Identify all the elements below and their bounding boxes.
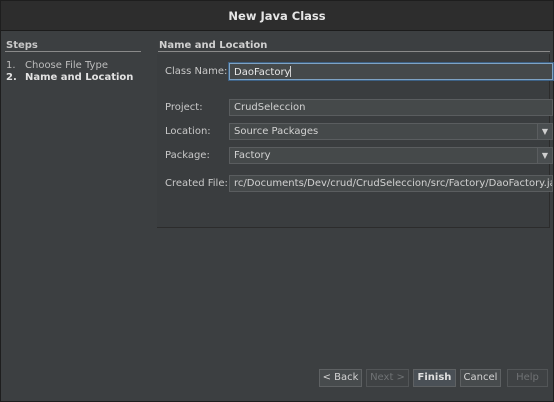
chevron-down-icon[interactable]: ▼	[537, 148, 552, 163]
package-combobox[interactable]: Factory ▼	[229, 147, 553, 164]
cancel-button[interactable]: Cancel	[460, 369, 501, 387]
dialog-title: New Java Class	[228, 9, 326, 23]
created-file-label: Created File:	[165, 178, 228, 189]
project-field: CrudSeleccion	[229, 99, 553, 116]
next-button[interactable]: Next >	[366, 369, 409, 387]
new-java-class-dialog: New Java Class Steps 1. Choose File Type …	[0, 0, 554, 402]
step-choose-file-type: 1. Choose File Type	[6, 60, 108, 71]
back-button[interactable]: < Back	[319, 369, 362, 387]
help-button[interactable]: Help	[507, 369, 548, 387]
panel-divider	[158, 51, 550, 52]
text-caret	[290, 66, 292, 77]
location-value: Source Packages	[234, 126, 319, 137]
step-name-and-location: 2. Name and Location	[6, 72, 133, 83]
step-label: Name and Location	[25, 72, 134, 83]
title-bar: New Java Class	[1, 1, 553, 31]
project-label: Project:	[165, 102, 203, 113]
panel-header: Name and Location	[159, 40, 268, 51]
name-and-location-panel: Name and Location Class Name: DaoFactory…	[151, 32, 553, 362]
steps-panel: Steps 1. Choose File Type 2. Name and Loca…	[1, 32, 151, 362]
finish-button[interactable]: Finish	[413, 369, 456, 387]
form-area: Class Name: DaoFactory Project: CrudSele…	[157, 54, 553, 228]
class-name-input[interactable]: DaoFactory	[229, 63, 553, 80]
step-label: Choose File Type	[25, 60, 108, 71]
steps-divider	[5, 51, 141, 52]
location-combobox[interactable]: Source Packages ▼	[229, 123, 553, 140]
step-number: 2.	[6, 72, 17, 83]
chevron-down-icon[interactable]: ▼	[537, 124, 552, 139]
package-value: Factory	[234, 150, 271, 161]
steps-header: Steps	[6, 40, 38, 51]
step-number: 1.	[6, 60, 16, 71]
created-file-field: rc/Documents/Dev/crud/CrudSeleccion/src/…	[229, 175, 553, 192]
class-name-value: DaoFactory	[234, 67, 291, 78]
location-label: Location:	[165, 126, 211, 137]
package-label: Package:	[165, 150, 210, 161]
class-name-label: Class Name:	[165, 66, 228, 77]
